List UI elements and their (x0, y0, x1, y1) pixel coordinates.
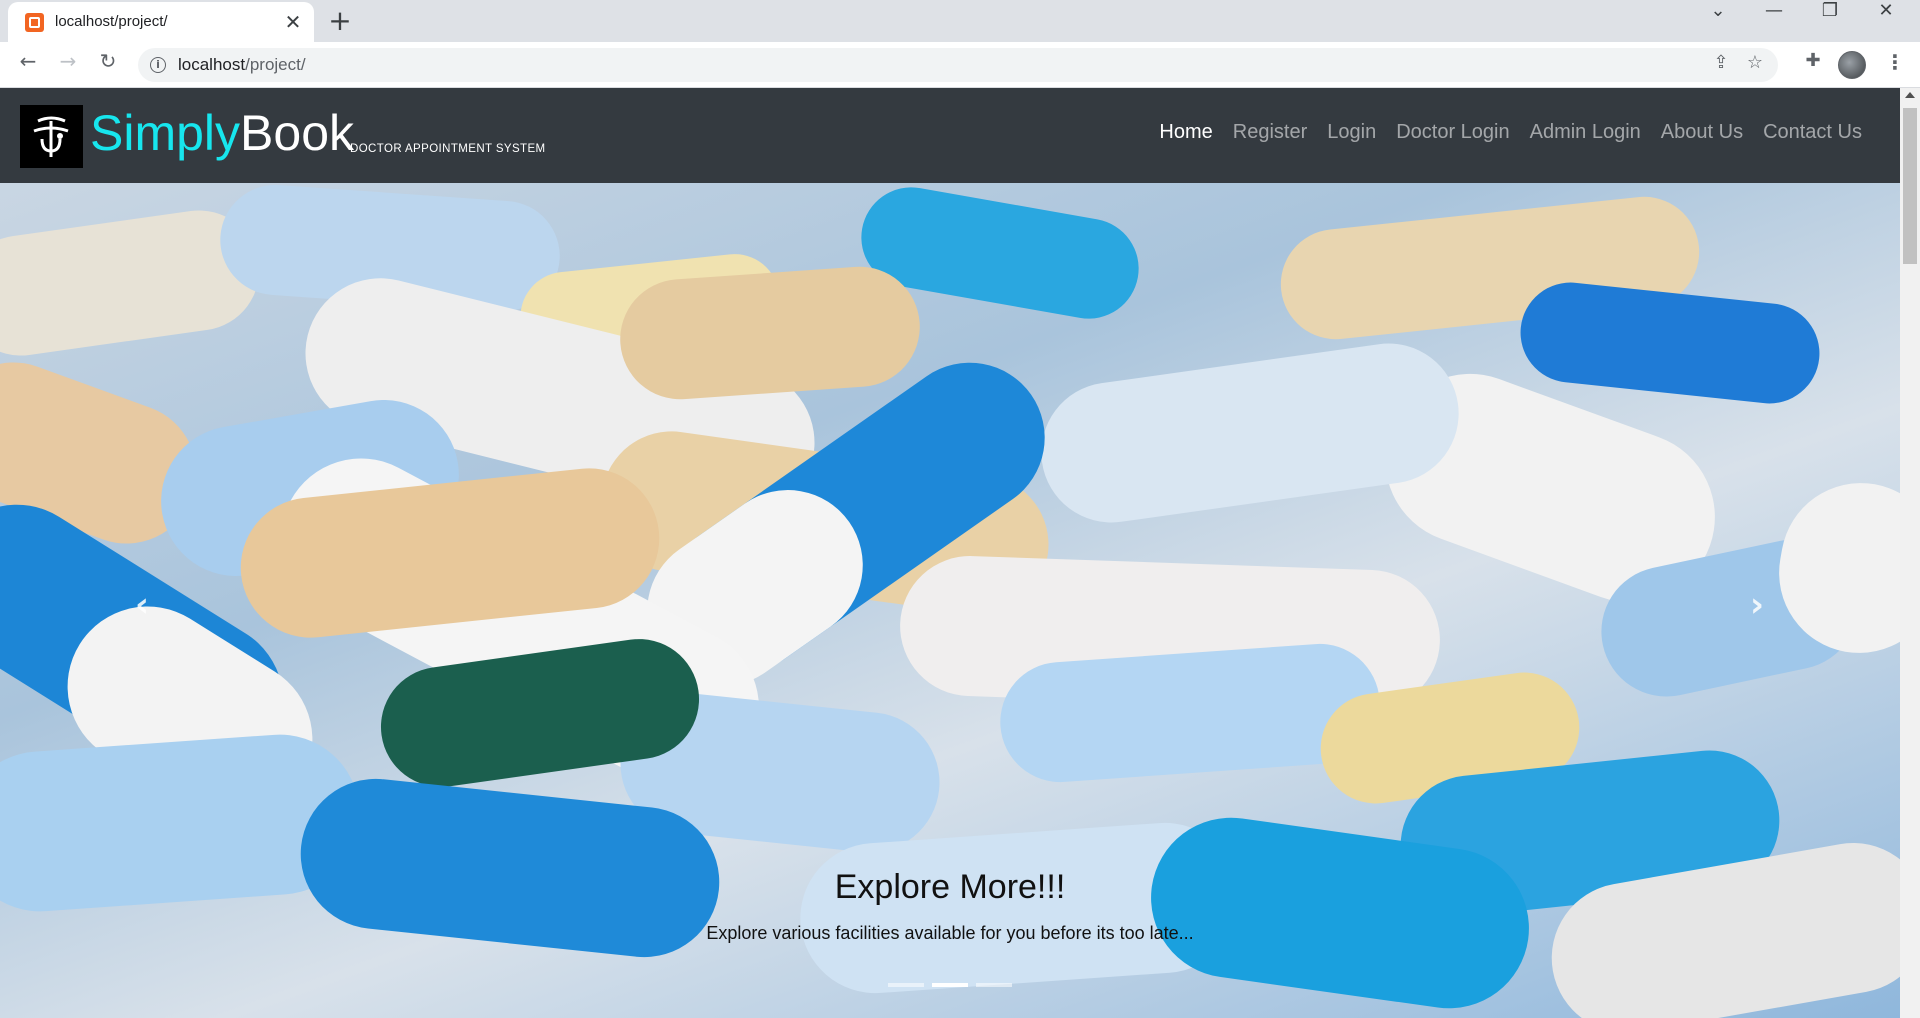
menu-login[interactable]: Login (1317, 121, 1386, 144)
carousel-next-chevron-icon[interactable]: › (1735, 583, 1779, 627)
carousel-indicators (0, 983, 1900, 987)
menu-admin-login[interactable]: Admin Login (1520, 121, 1651, 144)
browser-tab[interactable]: localhost/project/ ✕ (8, 2, 314, 42)
tab-search-icon[interactable]: ⌄ (1690, 0, 1746, 40)
url-path: /project/ (245, 55, 306, 74)
menu-register[interactable]: Register (1223, 121, 1317, 144)
restore-button[interactable]: ❐ (1802, 0, 1858, 40)
menu-contact-us[interactable]: Contact Us (1753, 121, 1872, 144)
scrollbar-thumb[interactable] (1903, 108, 1917, 264)
carousel-indicator-active[interactable] (932, 983, 968, 987)
hero-carousel: ‹ › Explore More!!! Explore various faci… (0, 183, 1900, 1018)
brand-part1: Simply (90, 105, 241, 161)
menu-doctor-login[interactable]: Doctor Login (1386, 121, 1519, 144)
carousel-caption-text: Explore various facilities available for… (706, 923, 1194, 943)
bookmark-star-icon[interactable]: ☆ (1742, 52, 1768, 78)
page-viewport: SimplyBook DOCTOR APPOINTMENT SYSTEM Hom… (0, 88, 1920, 1018)
new-tab-button[interactable]: + (324, 6, 356, 38)
scroll-up-arrow-icon[interactable] (1905, 92, 1915, 98)
menu-home[interactable]: Home (1149, 121, 1222, 144)
carousel-indicator[interactable] (888, 983, 924, 987)
close-window-button[interactable]: ✕ (1858, 0, 1914, 40)
url-text[interactable]: localhost/project/ (178, 55, 306, 75)
browser-toolbar: ← → ↻ i localhost/project/ ⇪ ☆ ✚ ⋮ (0, 42, 1920, 88)
site-logo-icon[interactable] (20, 105, 83, 168)
share-icon[interactable]: ⇪ (1708, 52, 1734, 78)
profile-avatar[interactable] (1838, 51, 1866, 79)
browser-menu-icon[interactable]: ⋮ (1880, 50, 1910, 80)
menu-about-us[interactable]: About Us (1651, 121, 1753, 144)
back-arrow-icon[interactable]: ← (12, 49, 44, 81)
carousel-caption-title: Explore More!!! (834, 868, 1066, 906)
extensions-puzzle-icon[interactable]: ✚ (1798, 50, 1828, 80)
site-navbar: SimplyBook DOCTOR APPOINTMENT SYSTEM Hom… (0, 88, 1900, 183)
brand-subtitle: DOCTOR APPOINTMENT SYSTEM (350, 143, 546, 155)
browser-tab-bar: localhost/project/ ✕ + ⌄ — ❐ ✕ (0, 0, 1920, 42)
url-host: localhost (178, 55, 246, 74)
page-scrollbar[interactable] (1900, 88, 1920, 1018)
reload-icon[interactable]: ↻ (92, 49, 124, 81)
address-bar[interactable]: i localhost/project/ ⇪ ☆ (138, 48, 1778, 82)
forward-arrow-icon[interactable]: → (52, 49, 84, 81)
close-tab-icon[interactable]: ✕ (280, 9, 306, 35)
xampp-favicon-icon (25, 13, 44, 32)
brand-part2: Book (240, 105, 354, 161)
main-menu: Home Register Login Doctor Login Admin L… (1149, 121, 1872, 144)
minimize-button[interactable]: — (1746, 0, 1802, 40)
site-info-icon[interactable]: i (150, 57, 166, 73)
carousel-indicator[interactable] (976, 983, 1012, 987)
carousel-prev-chevron-icon[interactable]: ‹ (120, 583, 164, 627)
tab-title: localhost/project/ (55, 13, 168, 30)
site-brand[interactable]: SimplyBook (90, 104, 354, 162)
